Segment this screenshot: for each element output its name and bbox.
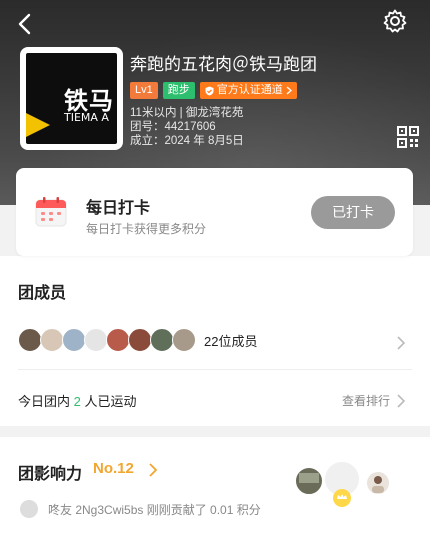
top-contributors-avatars[interactable]	[294, 455, 398, 511]
feed-user-avatar	[20, 500, 38, 518]
logo-text-en: TIEMA A	[64, 111, 109, 124]
chevron-right-icon[interactable]	[396, 336, 406, 350]
club-meta: 11米以内 | 御龙湾花苑 团号：44217606 成立：2024 年 8月5日	[130, 106, 244, 148]
member-avatar[interactable]	[62, 328, 86, 352]
divider	[18, 369, 412, 370]
team-id: 团号：44217606	[130, 121, 216, 133]
member-avatar[interactable]	[40, 328, 64, 352]
checkin-subtitle: 每日打卡获得更多积分	[86, 222, 207, 236]
checkin-title: 每日打卡	[86, 200, 151, 217]
club-tags: Lv1 跑步 官方认证通道	[130, 82, 297, 99]
influence-feed-text: 咚友 2Ng3Cwi5bs 刚刚贡献了 0.01 积分	[48, 503, 261, 517]
chevron-right-icon[interactable]	[396, 394, 406, 408]
qr-code-icon[interactable]	[396, 125, 420, 149]
influence-section: 团影响力 No.12 咚友 2Ng3Cwi5bs 刚刚贡献了 0.01 积分	[0, 437, 430, 533]
club-name: 奔跑的五花肉＠铁马跑团	[130, 55, 317, 74]
checkin-card: 每日打卡 每日打卡获得更多积分 已打卡	[16, 168, 413, 256]
distance-location: 11米以内 | 御龙湾花苑	[130, 107, 244, 119]
influence-rank[interactable]: No.12	[93, 460, 134, 477]
member-avatar[interactable]	[106, 328, 130, 352]
founded-date: 成立：2024 年 8月5日	[130, 135, 244, 147]
official-channel-badge[interactable]: 官方认证通道	[199, 82, 297, 99]
member-count[interactable]: 22位成员	[204, 331, 257, 350]
influence-title: 团影响力	[18, 466, 83, 483]
member-avatar[interactable]	[150, 328, 174, 352]
back-arrow-icon[interactable]	[12, 10, 40, 38]
club-logo[interactable]: 铁马 TIEMA A	[20, 47, 123, 150]
member-avatar[interactable]	[128, 328, 152, 352]
view-ranking-link[interactable]: 查看排行	[342, 392, 390, 409]
active-count: 2	[73, 394, 81, 409]
checkin-button[interactable]: 已打卡	[311, 196, 395, 229]
chevron-right-icon	[286, 86, 292, 95]
member-avatar[interactable]	[18, 328, 42, 352]
active-suffix: 人已运动	[80, 394, 137, 409]
members-section: 团成员 22位成员 今日团内 2 人已运动 查看排行	[0, 256, 430, 426]
logo-triangle-shape	[26, 113, 50, 137]
gear-icon[interactable]	[382, 8, 408, 34]
shield-icon	[205, 86, 214, 95]
club-logo-image: 铁马 TIEMA A	[26, 53, 117, 144]
calendar-icon	[35, 197, 67, 227]
member-avatar-list[interactable]	[18, 328, 196, 352]
sport-badge: 跑步	[162, 82, 195, 99]
official-channel-label: 官方认证通道	[216, 84, 283, 96]
level-badge: Lv1	[130, 82, 158, 99]
chevron-right-icon[interactable]	[148, 463, 158, 477]
members-title: 团成员	[18, 285, 67, 302]
member-avatar[interactable]	[172, 328, 196, 352]
active-today-text: 今日团内 2 人已运动	[18, 391, 136, 410]
member-avatar[interactable]	[84, 328, 108, 352]
active-prefix: 今日团内	[18, 394, 74, 409]
